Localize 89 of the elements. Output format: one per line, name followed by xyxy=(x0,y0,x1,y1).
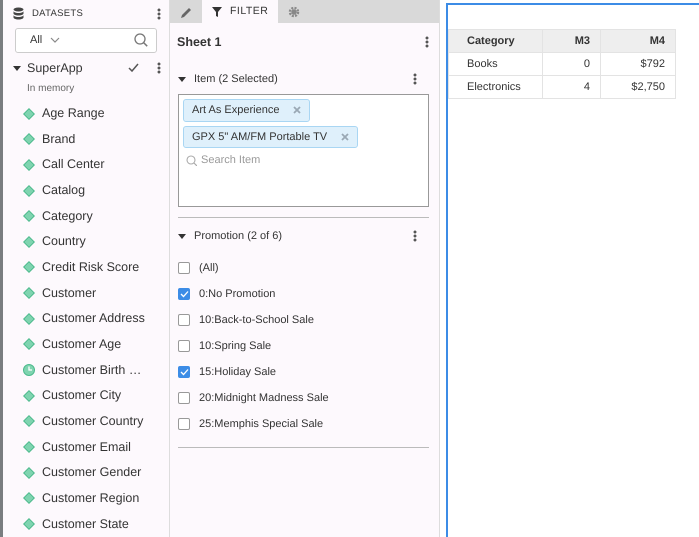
attribute-icon xyxy=(23,261,35,274)
field-name: Call Center xyxy=(42,156,105,174)
attribute-icon xyxy=(23,415,35,428)
remove-icon[interactable] xyxy=(293,106,302,114)
attribute-icon xyxy=(23,236,35,248)
selected-item-chip: Art As Experience xyxy=(183,99,310,122)
attribute-icon xyxy=(23,312,35,325)
checkbox[interactable] xyxy=(178,392,190,404)
option-label: 20:Midnight Madness Sale xyxy=(199,390,329,406)
check-icon xyxy=(180,290,188,298)
table-cell: 0 xyxy=(542,52,600,76)
attribute-icon xyxy=(23,158,35,171)
field-name: Customer Address xyxy=(42,310,145,328)
checkbox[interactable] xyxy=(178,262,190,274)
checkbox[interactable] xyxy=(178,418,190,430)
table-cell: Electronics xyxy=(448,76,542,98)
option-label: 15:Holiday Sale xyxy=(199,364,276,380)
more-icon[interactable] xyxy=(157,8,161,20)
check-icon xyxy=(180,368,188,376)
checkbox[interactable] xyxy=(178,366,190,378)
field-name: Country xyxy=(42,233,86,250)
attribute-icon xyxy=(23,441,35,454)
dataset-filter-field[interactable]: All xyxy=(15,28,157,54)
filter-tab[interactable]: FILTER xyxy=(202,0,278,23)
option-label: (All) xyxy=(199,260,219,276)
more-icon[interactable] xyxy=(425,36,429,48)
search-icon[interactable] xyxy=(134,33,148,48)
selected-item-chip: GPX 5" AM/FM Portable TV xyxy=(183,126,358,148)
attribute-icon xyxy=(23,287,35,300)
gear-icon xyxy=(288,6,300,18)
more-icon[interactable] xyxy=(157,62,161,74)
checkbox[interactable] xyxy=(178,340,190,352)
option-label: 0:No Promotion xyxy=(199,286,276,302)
attribute-icon xyxy=(23,210,35,222)
checkbox[interactable] xyxy=(178,288,190,300)
filter-title: Promotion (2 of 6) xyxy=(194,228,284,244)
panel-title: DATASETS xyxy=(32,6,84,21)
pencil-icon xyxy=(180,6,192,18)
expanded-caret-icon[interactable] xyxy=(13,64,21,72)
search-placeholder: Search Item xyxy=(201,153,260,168)
chevron-icon xyxy=(50,37,60,44)
checkbox[interactable] xyxy=(178,314,190,326)
attribute-icon xyxy=(23,518,35,530)
more-icon[interactable] xyxy=(413,230,417,242)
field-name: Customer Age xyxy=(42,336,122,354)
table-cell: $792 xyxy=(600,52,676,76)
more-icon[interactable] xyxy=(413,73,417,85)
database-icon xyxy=(13,7,24,20)
field-name: Brand xyxy=(42,130,76,148)
table-cell: Books xyxy=(448,52,542,76)
filter-icon xyxy=(212,6,224,18)
filter-title: Item (2 Selected) xyxy=(194,72,279,87)
attribute-icon xyxy=(23,390,35,402)
sheet-title: Sheet 1 xyxy=(177,34,222,51)
dataset-name: SuperApp xyxy=(27,60,84,77)
field-name: Customer Birth … xyxy=(42,362,142,379)
attribute-icon xyxy=(23,133,35,146)
field-name: Credit Risk Score xyxy=(42,259,140,276)
attribute-icon xyxy=(23,466,35,479)
remove-icon[interactable] xyxy=(341,132,350,141)
field-name: Customer Region xyxy=(42,490,140,508)
option-label: 10:Spring Sale xyxy=(199,338,272,354)
filter-value: All xyxy=(30,33,42,48)
column-header: Category xyxy=(448,30,542,52)
table-cell: 4 xyxy=(542,76,600,98)
column-header: M4 xyxy=(600,30,676,52)
search-icon xyxy=(186,154,197,166)
expanded-caret-icon[interactable] xyxy=(178,232,186,240)
attribute-icon xyxy=(23,184,35,197)
attribute-icon xyxy=(23,108,35,120)
item-filter-field[interactable]: Art As Experience GPX 5" AM/FM Portable TV Search Item xyxy=(178,94,429,207)
field-name: Age Range xyxy=(42,105,105,122)
dataset-subtitle: In memory xyxy=(26,82,76,96)
field-name: Catalog xyxy=(42,182,86,200)
expanded-caret-icon[interactable] xyxy=(178,76,186,82)
field-name: Customer State xyxy=(42,516,129,533)
option-label: 10:Back-to-School Sale xyxy=(199,312,314,328)
attribute-icon xyxy=(23,492,35,504)
table-cell: $2,750 xyxy=(600,76,676,98)
field-name: Customer Gender xyxy=(42,464,142,482)
clock-icon xyxy=(23,364,35,376)
field-name: Customer City xyxy=(42,387,122,404)
field-name: Category xyxy=(42,208,93,225)
field-name: Customer Email xyxy=(42,438,131,456)
option-label: 25:Memphis Special Sale xyxy=(199,416,324,432)
field-name: Customer Country xyxy=(42,413,144,430)
attribute-icon xyxy=(23,338,35,350)
column-header: M3 xyxy=(542,30,600,52)
field-name: Customer xyxy=(42,284,96,302)
